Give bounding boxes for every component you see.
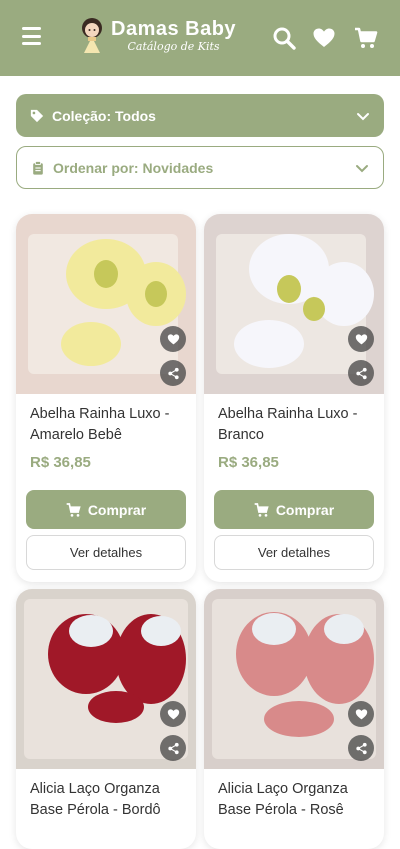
collection-filter-dropdown[interactable]: Coleção: Todos <box>16 94 384 137</box>
product-card[interactable]: Alicia Laço Organza Base Pérola - Rosê <box>204 589 384 849</box>
product-image[interactable] <box>204 589 384 769</box>
product-price: R$ 36,85 <box>30 454 91 471</box>
tag-icon <box>30 109 44 122</box>
product-image[interactable] <box>204 214 384 394</box>
app-header: Damas Baby Catálogo de Kits <box>0 0 400 76</box>
heart-icon <box>167 708 179 719</box>
product-image[interactable] <box>16 589 196 769</box>
buy-button[interactable]: Comprar <box>26 490 186 529</box>
chevron-down-icon <box>356 164 368 172</box>
heart-icon[interactable] <box>312 26 336 50</box>
product-price: R$ 36,85 <box>218 454 279 471</box>
brand-subtitle: Catálogo de Kits <box>127 40 220 53</box>
share-icon <box>355 742 367 754</box>
product-name[interactable]: Alicia Laço Organza Base Pérola - Rosê <box>218 779 374 821</box>
cart-icon[interactable] <box>354 26 378 50</box>
menu-icon[interactable] <box>22 27 41 45</box>
share-button[interactable] <box>160 735 186 761</box>
collection-filter-label: Coleção: Todos <box>52 107 156 124</box>
share-icon <box>355 367 367 379</box>
details-button[interactable]: Ver detalhes <box>26 535 186 570</box>
heart-icon <box>167 333 179 344</box>
cart-icon <box>66 502 81 517</box>
product-name[interactable]: Alicia Laço Organza Base Pérola - Bordô <box>30 779 186 821</box>
share-icon <box>167 742 179 754</box>
product-card[interactable]: Abelha Rainha Luxo - Amarelo Bebê R$ 36,… <box>16 214 196 582</box>
sort-dropdown[interactable]: Ordenar por: Novidades <box>16 146 384 189</box>
heart-icon <box>355 333 367 344</box>
clipboard-icon <box>33 160 43 175</box>
share-icon <box>167 367 179 379</box>
buy-label: Comprar <box>87 501 147 518</box>
favorite-button[interactable] <box>348 701 374 727</box>
brand-title: Damas Baby <box>111 18 237 40</box>
share-button[interactable] <box>348 360 374 386</box>
sort-label: Ordenar por: Novidades <box>53 159 214 176</box>
heart-icon <box>355 708 367 719</box>
favorite-button[interactable] <box>160 326 186 352</box>
buy-button[interactable]: Comprar <box>214 490 374 529</box>
product-image[interactable] <box>16 214 196 394</box>
baby-doll-logo-icon <box>82 18 102 53</box>
favorite-button[interactable] <box>160 701 186 727</box>
product-name[interactable]: Abelha Rainha Luxo - Amarelo Bebê <box>30 404 186 446</box>
product-card[interactable]: Abelha Rainha Luxo - Branco R$ 36,85 Com… <box>204 214 384 582</box>
cart-icon <box>254 502 269 517</box>
search-icon[interactable] <box>272 26 296 50</box>
favorite-button[interactable] <box>348 326 374 352</box>
buy-label: Comprar <box>275 501 335 518</box>
share-button[interactable] <box>160 360 186 386</box>
brand-logo[interactable]: Damas Baby Catálogo de Kits <box>79 17 236 55</box>
product-name[interactable]: Abelha Rainha Luxo - Branco <box>218 404 374 446</box>
chevron-down-icon <box>357 112 369 120</box>
product-card[interactable]: Alicia Laço Organza Base Pérola - Bordô <box>16 589 196 849</box>
share-button[interactable] <box>348 735 374 761</box>
details-button[interactable]: Ver detalhes <box>214 535 374 570</box>
